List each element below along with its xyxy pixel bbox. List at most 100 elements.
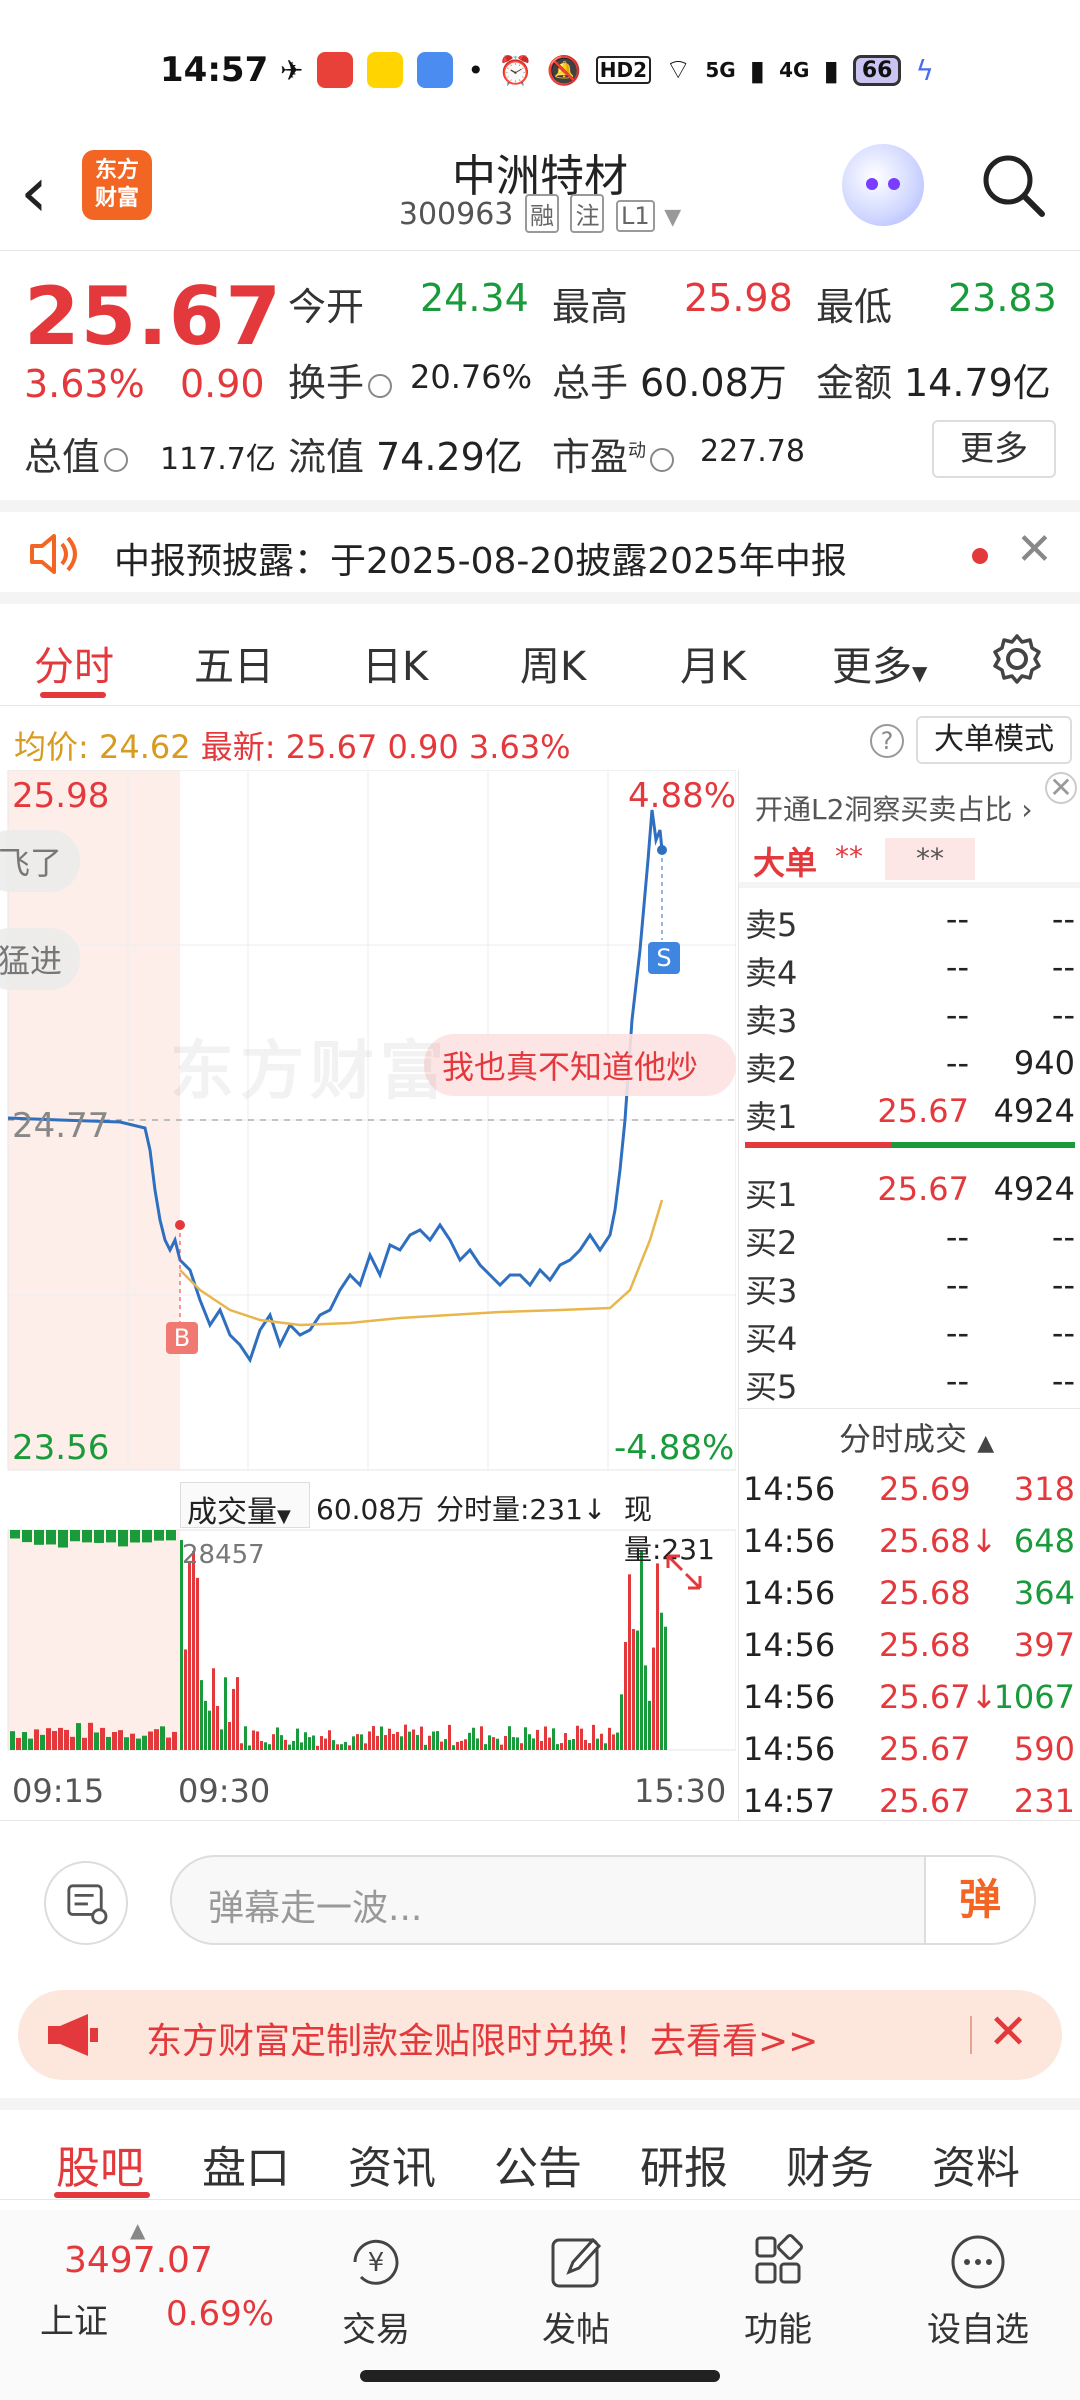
ask-price: --	[945, 948, 969, 986]
ask-row-1: 卖1 25.67 4924	[739, 1086, 1080, 1136]
search-icon[interactable]	[978, 150, 1048, 220]
close-icon-3[interactable]: ✕	[988, 2004, 1028, 2060]
mktcap-label-text: 总值	[24, 435, 101, 479]
volume-bar	[620, 1694, 623, 1750]
robot-eye-icon	[866, 178, 878, 190]
danmaku-input[interactable]: 弹幕走一波... 弹	[170, 1855, 1036, 1945]
tab-profile[interactable]: 资料	[932, 2132, 1020, 2196]
volume-bar	[76, 1723, 81, 1750]
ask-label: 卖2	[745, 1050, 798, 1088]
add-watchlist-label: 设自选	[927, 2310, 1029, 2350]
home-indicator[interactable]	[360, 2370, 720, 2382]
ask-volume: 4924	[993, 1092, 1075, 1130]
charging-icon: ϟ	[915, 53, 934, 87]
post-button[interactable]: 发帖	[506, 2232, 646, 2351]
trade-button[interactable]: ¥ 交易	[306, 2232, 446, 2351]
app-icon-blue	[417, 52, 454, 88]
volume-selector[interactable]: 成交量▼	[180, 1482, 310, 1530]
functions-button[interactable]: 功能	[708, 2232, 848, 2351]
index-value[interactable]: 3497.07	[64, 2240, 213, 2281]
tab-weekly-k[interactable]: 周K	[520, 634, 586, 692]
premarket-volume-bar	[142, 1530, 152, 1543]
volume-bar	[244, 1726, 247, 1750]
danmaku-send-button[interactable]: 弹	[924, 1857, 1034, 1943]
bid-price: --	[945, 1362, 969, 1400]
volume-bar	[232, 1688, 235, 1750]
info-icon-2[interactable]	[104, 447, 129, 472]
volume-bar	[468, 1732, 471, 1750]
period-volume: 分时量:231↓	[436, 1488, 606, 1528]
big-order-label: 大单	[753, 844, 818, 882]
premarket-volume-bar	[118, 1530, 128, 1547]
close-icon[interactable]: ✕	[1016, 524, 1053, 575]
ask-volume: 940	[1013, 1044, 1075, 1082]
volume-bar	[248, 1745, 251, 1750]
tag-registered: 注	[570, 194, 605, 233]
telegram-icon: ✈	[280, 53, 304, 87]
volume-bar	[288, 1744, 291, 1750]
tab-market[interactable]: 盘口	[202, 2132, 290, 2196]
pe-label-text: 市盈	[552, 435, 629, 479]
volume-bar	[46, 1728, 51, 1750]
change-percent: 3.63%	[24, 362, 145, 406]
bid-row-3: 买3 -- --	[739, 1260, 1080, 1310]
volume-bar	[256, 1731, 259, 1750]
sell-marker[interactable]: S	[648, 942, 680, 974]
ai-assistant-avatar[interactable]	[842, 144, 924, 226]
index-percent[interactable]: 0.69%	[166, 2294, 274, 2334]
tab-monthly-k[interactable]: 月K	[680, 634, 746, 692]
avg-label: 均价:	[14, 728, 89, 766]
buy-marker[interactable]: B	[166, 1322, 198, 1354]
tab-daily-k[interactable]: 日K	[362, 634, 428, 692]
close-icon-2[interactable]: ✕	[1045, 772, 1077, 804]
info-icon[interactable]	[368, 373, 393, 398]
tab-research[interactable]: 研报	[640, 2132, 728, 2196]
volume-bar	[612, 1734, 615, 1750]
help-icon[interactable]: ?	[870, 724, 904, 758]
info-icon-3[interactable]	[650, 447, 675, 472]
ask-price: --	[945, 900, 969, 938]
chevron-down-icon-2: ▼	[277, 1506, 291, 1527]
volume-bar	[356, 1734, 359, 1750]
index-name[interactable]: 上证	[40, 2294, 108, 2343]
volume-bar	[372, 1726, 375, 1750]
add-watchlist-button[interactable]: 设自选	[908, 2232, 1048, 2351]
tab-more[interactable]: 更多▼	[832, 634, 927, 692]
tab-announcements[interactable]: 公告	[494, 2132, 582, 2196]
mktcap-label: 总值	[24, 426, 132, 481]
volume-value: 60.08万	[640, 361, 787, 405]
volume-bar	[200, 1680, 203, 1750]
ticks-title[interactable]: 分时成交 ▲	[839, 1414, 994, 1460]
expand-icon[interactable]	[664, 1552, 704, 1592]
tab-five-day[interactable]: 五日	[194, 634, 274, 692]
volume-bar	[94, 1732, 99, 1750]
tab-forum[interactable]: 股吧	[56, 2132, 144, 2196]
volume-bar	[118, 1730, 123, 1750]
time-label-start: 09:30	[178, 1772, 271, 1810]
intraday-chart[interactable]: 25.98 4.88% 24.77 23.56 -4.88% 飞了 猛进 我也真…	[0, 769, 737, 1820]
tick-row: 14:56 25.67 590	[739, 1722, 1080, 1774]
active-subtab-indicator	[54, 2192, 150, 2198]
promo-banner[interactable]: 东方财富定制款金贴限时兑换！去看看>> ✕	[18, 1990, 1062, 2080]
book-divider	[739, 1408, 1080, 1409]
l2-promo[interactable]: 开通L2洞察买卖占比 ›	[755, 788, 1033, 828]
big-order-mode-button[interactable]: 大单模式	[916, 716, 1072, 764]
tab-intraday[interactable]: 分时	[34, 634, 114, 692]
tab-finance[interactable]: 财务	[786, 2132, 874, 2196]
danmaku-settings-icon[interactable]	[44, 1861, 128, 1945]
ask-volume: --	[1051, 996, 1075, 1034]
latest-change: 0.90	[387, 728, 459, 766]
ask-label: 卖3	[745, 1002, 798, 1040]
gear-icon[interactable]	[990, 632, 1044, 686]
tab-news[interactable]: 资讯	[348, 2132, 436, 2196]
buy-ratio-bar	[891, 1142, 1075, 1148]
more-button[interactable]: 更多	[932, 420, 1056, 478]
ask-row-4: 卖4 -- --	[739, 942, 1080, 992]
bid-label: 买1	[745, 1176, 798, 1214]
volume-bar	[664, 1626, 667, 1750]
notice-bar[interactable]: 中报预披露：于2025-08-20披露2025年中报 ✕	[0, 500, 1080, 604]
volume-bar	[264, 1742, 267, 1750]
pct-max-label: 4.88%	[628, 776, 737, 816]
tick-volume: 318	[1013, 1470, 1075, 1508]
period-volume-text: 分时量:231	[436, 1493, 583, 1526]
